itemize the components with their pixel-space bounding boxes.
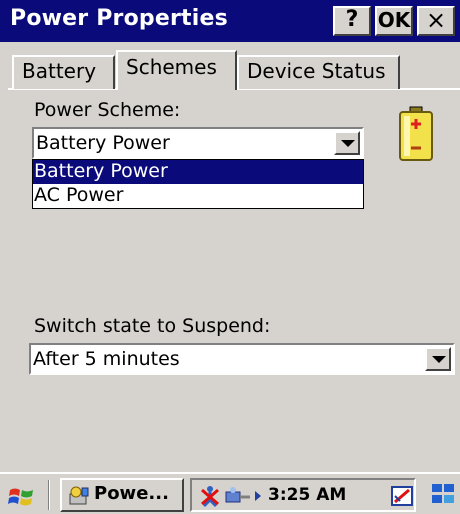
power-scheme-list: Battery Power AC Power [32,159,364,209]
tray-arrow-icon [255,491,261,501]
taskbar-power-label: Powe... [94,483,169,504]
tab-battery[interactable]: Battery [12,55,115,89]
network-disconnected-icon[interactable] [198,484,222,508]
tab-schemes[interactable]: Schemes [116,50,237,90]
taskbar: Powe... 3:25 AM [0,472,460,514]
power-scheme-label: Power Scheme: [34,99,181,121]
suspend-label: Switch state to Suspend: [34,315,271,337]
power-scheme-dropdown[interactable]: Battery Power [32,127,364,159]
clock[interactable]: 3:25 AM [268,482,346,508]
battery-icon [399,106,433,161]
close-button[interactable]: × [417,6,455,36]
title-bar: Power Properties ? OK × [0,0,460,42]
ok-button[interactable]: OK [375,6,413,36]
suspend-dropdown[interactable]: After 5 minutes [29,343,455,375]
taskbar-separator [48,480,50,510]
chevron-down-icon[interactable] [334,131,360,155]
power-scheme-value: Battery Power [36,132,170,154]
taskbar-power-button[interactable]: Powe... [60,478,184,512]
list-item-battery-power[interactable]: Battery Power [33,160,363,184]
power-app-icon [69,486,89,505]
system-tray: 3:25 AM [190,478,416,512]
tab-device-status[interactable]: Device Status [237,55,400,89]
list-item-ac-power[interactable]: AC Power [33,184,363,208]
suspend-value: After 5 minutes [33,348,180,370]
input-panel-icon[interactable] [390,484,414,508]
chevron-down-icon[interactable] [425,347,451,371]
connection-icon[interactable] [224,486,252,506]
desktop-icon[interactable] [430,482,456,506]
help-button[interactable]: ? [333,6,371,36]
window-title: Power Properties [10,6,228,31]
windows-start-icon[interactable] [8,484,36,510]
